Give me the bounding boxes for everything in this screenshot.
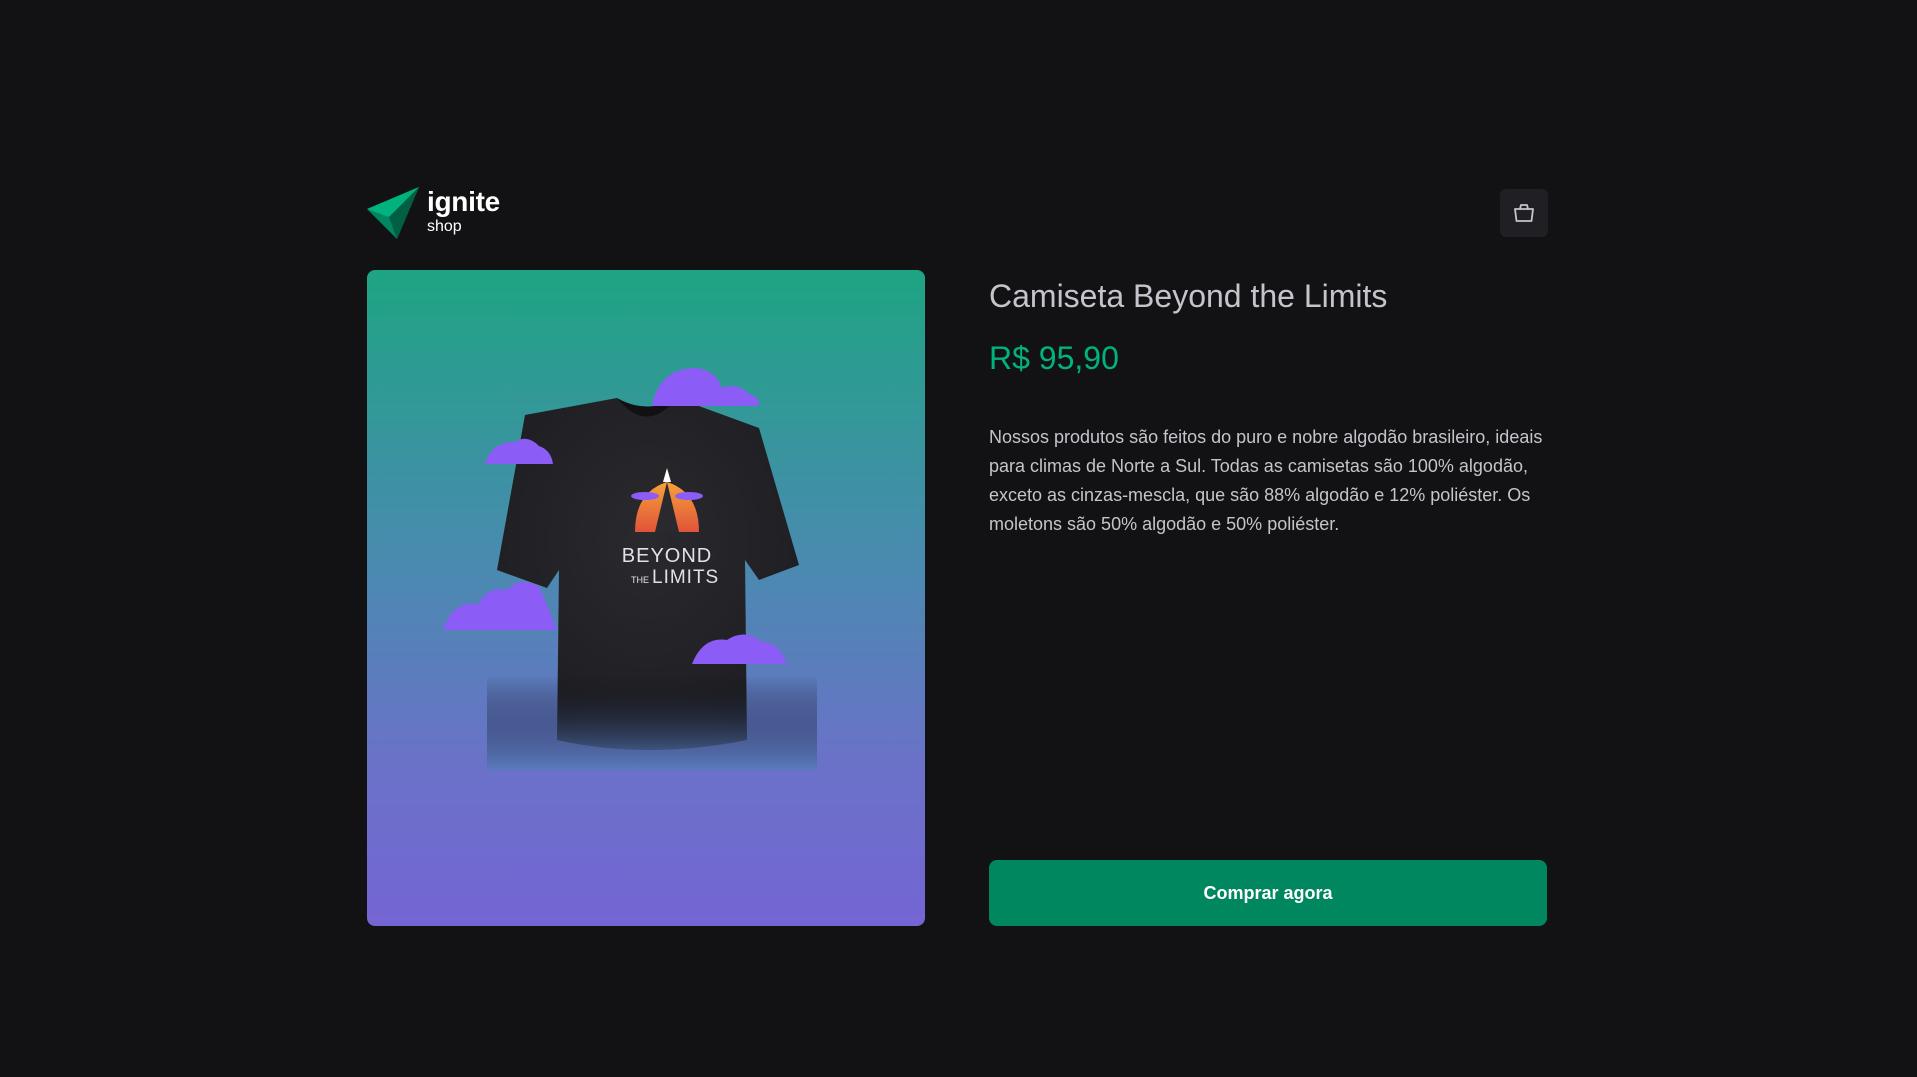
- print-text-limits: LIMITS: [652, 567, 719, 588]
- product-title: Camiseta Beyond the Limits: [989, 278, 1388, 314]
- header: ignite shop: [367, 186, 1548, 240]
- print-text-the: THE: [631, 575, 649, 585]
- product-details: Camiseta Beyond the Limits R$ 95,90 Noss…: [989, 270, 1547, 926]
- logo-title: ignite: [427, 185, 500, 217]
- product-page: ignite shop BEYOND THE LIMITS Camiseta B…: [0, 0, 1917, 1077]
- ignite-logo-icon: [367, 187, 419, 239]
- product-description: Nossos produtos são feitos do puro e nob…: [989, 427, 1543, 534]
- buy-now-button[interactable]: Comprar agora: [989, 860, 1547, 926]
- tshirt-illustration: BEYOND THE LIMITS: [443, 368, 817, 770]
- shopping-bag-icon: [1512, 201, 1536, 225]
- cart-button[interactable]: [1500, 189, 1548, 237]
- product-image: BEYOND THE LIMITS: [367, 270, 925, 926]
- product-price: R$ 95,90: [989, 339, 1119, 376]
- logo-text: ignite shop: [427, 185, 500, 235]
- logo-subtitle: shop: [427, 217, 462, 235]
- logo[interactable]: ignite shop: [367, 187, 500, 239]
- print-text-beyond: BEYOND: [622, 545, 712, 567]
